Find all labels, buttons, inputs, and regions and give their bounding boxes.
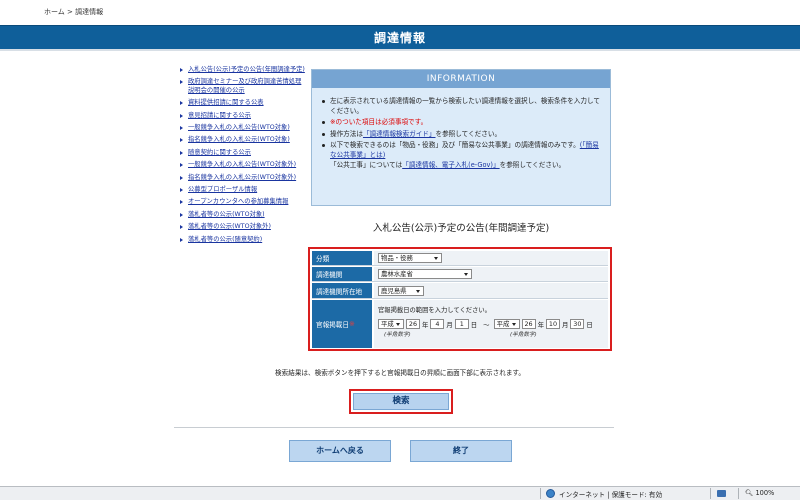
search-note: 検索結果は、検索ボタンを押下すると官報掲載日の昇順に画面下部に表示されます。 bbox=[275, 369, 525, 377]
required-mark: ※ bbox=[348, 320, 355, 328]
agency-select[interactable]: 農林水産省 bbox=[378, 269, 472, 279]
back-home-button[interactable]: ホームへ戻る bbox=[289, 440, 391, 462]
date-label: 官報掲載日 ※ bbox=[312, 300, 372, 348]
page-banner: 調達情報 bbox=[0, 25, 800, 51]
from-day-input[interactable]: 1 bbox=[454, 319, 469, 329]
information-header: INFORMATION bbox=[312, 70, 610, 88]
info-line-public-works: 「公共工事」については「調達情報、電子入札(e-Gov)」を参照してください。 bbox=[322, 161, 602, 171]
to-era-select[interactable]: 平成 bbox=[493, 319, 520, 329]
to-month-unit: 月 bbox=[561, 320, 569, 329]
protected-mode-icon[interactable] bbox=[717, 490, 726, 497]
info-line-select: 左に表示されている調達情報の一覧から検索したい調達情報を選択し、検索条件を入力し… bbox=[322, 97, 602, 116]
breadcrumb-home-link[interactable]: ホーム bbox=[44, 8, 65, 16]
from-era-select[interactable]: 平成 bbox=[378, 319, 404, 329]
sidebar-item-award-non-wto[interactable]: 落札者等の公示(WTO対象外) bbox=[179, 223, 307, 231]
from-day-unit: 日 bbox=[470, 320, 478, 329]
to-day-unit: 日 bbox=[586, 320, 593, 329]
to-year-input[interactable]: 26 bbox=[521, 319, 536, 329]
information-box: INFORMATION 左に表示されている調達情報の一覧から検索したい調達情報を… bbox=[311, 69, 611, 206]
info-public-works-text: 「公共工事」については bbox=[330, 160, 403, 169]
zoom-level[interactable]: 🔍︎ 100% bbox=[745, 489, 774, 497]
breadcrumb-separator: > bbox=[67, 8, 73, 16]
sidebar-item-general-wto[interactable]: 一般競争入札の入札公告(WTO対象) bbox=[179, 124, 307, 132]
sidebar-item-proposal[interactable]: 公募型プロポーザル情報 bbox=[179, 186, 307, 194]
sidebar-item-nominated-wto[interactable]: 指名競争入札の入札公示(WTO対象) bbox=[179, 136, 307, 144]
info-public-works-text-post: を参照してください。 bbox=[499, 160, 566, 169]
date-range: 平成 26 年 4月 1日 ～ 平成 26 年 10 月 30 日 bbox=[378, 319, 608, 329]
agency-label: 調達機関 bbox=[312, 267, 372, 281]
row-location: 調達機関所在地 鹿児島県 bbox=[312, 283, 608, 299]
search-form: 分類 物品・役務 調達機関 農林水産省 調達機関所在地 鹿児島県 官報掲載日 ※ … bbox=[308, 247, 612, 351]
from-year-input[interactable]: 26 bbox=[406, 319, 420, 329]
sidebar-item-award-wto[interactable]: 落札者等の公示(WTO対象) bbox=[179, 211, 307, 219]
sidebar-item-annual-plan[interactable]: 入札公告(公示)予定の公告(年間調達予定) bbox=[179, 66, 307, 74]
info-guide-text-post: を参照してください。 bbox=[435, 129, 502, 138]
search-button-highlight: 検索 bbox=[349, 389, 453, 414]
e-gov-link[interactable]: 「調達情報、電子入札(e-Gov)」 bbox=[402, 161, 499, 169]
date-instruction: 官報掲載日の範囲を入力してください。 bbox=[378, 307, 491, 314]
from-month-unit: 月 bbox=[446, 320, 453, 329]
zone-status: インターネット | 保護モード: 有効 bbox=[559, 491, 663, 499]
page-title: 調達情報 bbox=[373, 31, 426, 45]
search-guide-link[interactable]: 「調達情報検索ガイド」 bbox=[363, 130, 436, 138]
to-month-input[interactable]: 10 bbox=[545, 319, 560, 329]
status-separator bbox=[738, 488, 739, 499]
category-label: 分類 bbox=[312, 251, 372, 265]
info-line-required: ※のついた項目は必須事項です。 bbox=[322, 118, 602, 128]
search-button[interactable]: 検索 bbox=[353, 393, 449, 410]
sidebar-item-open-counter[interactable]: オープンカウンタへの参加募集情報 bbox=[179, 198, 307, 206]
category-select[interactable]: 物品・役務 bbox=[378, 253, 442, 263]
exit-button[interactable]: 終了 bbox=[410, 440, 512, 462]
row-category: 分類 物品・役務 bbox=[312, 251, 608, 266]
status-separator bbox=[710, 488, 711, 499]
location-select[interactable]: 鹿児島県 bbox=[378, 285, 424, 296]
to-day-input[interactable]: 30 bbox=[570, 319, 585, 329]
breadcrumb: ホーム > 調達情報 bbox=[44, 7, 103, 17]
sidebar-item-seminar[interactable]: 政府調達セミナー及び政府調達苦情処理説明会の開催の公示 bbox=[179, 78, 307, 95]
to-hint: (半角数字) bbox=[510, 332, 537, 338]
status-separator bbox=[540, 488, 541, 499]
form-title: 入札公告(公示)予定の公告(年間調達予定) bbox=[372, 223, 550, 234]
info-line-scope: 以下で検索できるのは「物品・役務」及び「簡易な公共事業」の調達情報のみです。(「… bbox=[322, 141, 602, 160]
sidebar-item-negotiated[interactable]: 随意契約に関する公示 bbox=[179, 149, 307, 157]
row-date: 官報掲載日 ※ 官報掲載日の範囲を入力してください。 平成 26 年 4月 1日 ～… bbox=[312, 300, 608, 348]
sidebar-item-opinion[interactable]: 意見招請に関する公示 bbox=[179, 112, 307, 120]
browser-status-bar: インターネット | 保護モード: 有効 🔍︎ 100% bbox=[0, 486, 800, 500]
to-year-unit: 年 bbox=[537, 320, 544, 329]
sidebar-nav: 入札公告(公示)予定の公告(年間調達予定) 政府調達セミナー及び政府調達苦情処理… bbox=[179, 66, 307, 248]
location-label: 調達機関所在地 bbox=[312, 283, 372, 298]
internet-zone-icon bbox=[546, 489, 555, 498]
info-guide-text: 操作方法は bbox=[330, 129, 363, 138]
date-label-text: 官報掲載日 bbox=[316, 321, 349, 329]
sidebar-item-nominated-non-wto[interactable]: 指名競争入札の入札公示(WTO対象外) bbox=[179, 174, 307, 182]
divider bbox=[174, 427, 614, 428]
sidebar-item-materials[interactable]: 資料提供招請に関する公表 bbox=[179, 99, 307, 107]
breadcrumb-current: 調達情報 bbox=[75, 8, 104, 16]
range-tilde: ～ bbox=[483, 320, 490, 329]
info-line-guide: 操作方法は「調達情報検索ガイド」を参照してください。 bbox=[322, 130, 602, 140]
info-scope-text: 以下で検索できるのは「物品・役務」及び「簡易な公共事業」の調達情報のみです。 bbox=[330, 141, 580, 150]
sidebar-item-general-non-wto[interactable]: 一般競争入札の入札公告(WTO対象外) bbox=[179, 161, 307, 169]
sidebar-item-award-negotiated[interactable]: 落札者等の公示(随意契約) bbox=[179, 236, 307, 244]
row-agency: 調達機関 農林水産省 bbox=[312, 267, 608, 282]
from-hint: (半角数字) bbox=[384, 332, 411, 338]
from-month-input[interactable]: 4 bbox=[430, 319, 445, 329]
from-year-unit: 年 bbox=[422, 320, 429, 329]
zoom-value: 100% bbox=[755, 489, 775, 497]
